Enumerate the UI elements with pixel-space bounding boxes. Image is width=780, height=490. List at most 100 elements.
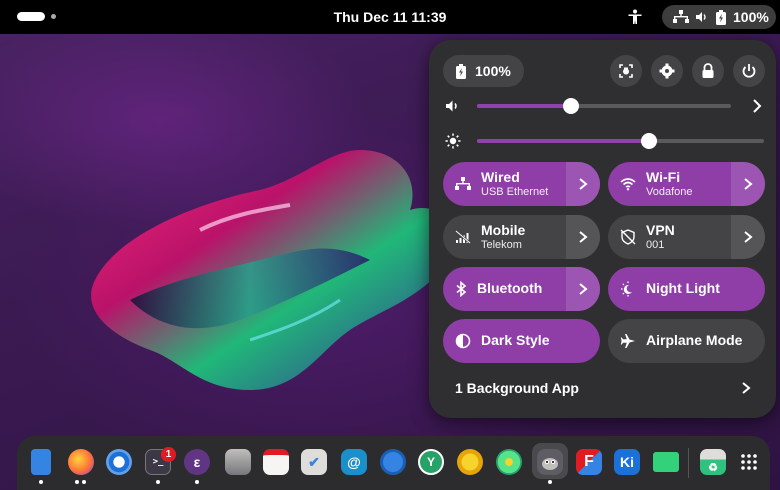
chevron-right-icon (579, 178, 588, 190)
workspace-dot[interactable] (51, 14, 56, 19)
mobile-title: Mobile (481, 222, 526, 239)
running-indicator (39, 480, 43, 484)
show-apps-button[interactable] (736, 449, 762, 475)
dark-style-toggle[interactable]: Dark Style (443, 319, 600, 363)
vpn-off-icon (620, 229, 636, 245)
running-indicator (82, 480, 86, 484)
system-status-menu[interactable]: 100% (662, 5, 776, 29)
emacs-glyph-icon: ε (193, 454, 201, 470)
wifi-menu-button[interactable] (731, 162, 765, 206)
vpn-menu-button[interactable] (731, 215, 765, 259)
notification-badge: 1 (161, 447, 176, 462)
chevron-right-icon (579, 283, 588, 295)
emacs-app-icon[interactable]: ε (184, 449, 210, 475)
airplane-mode-title: Airplane Mode (646, 332, 743, 349)
wifi-subtitle: Vodafone (646, 185, 693, 198)
night-light-tile[interactable]: Night Light (608, 267, 765, 311)
vpn-title: VPN (646, 222, 675, 239)
settings-button[interactable] (651, 55, 683, 87)
wired-tile[interactable]: Wired USB Ethernet (443, 162, 600, 206)
running-indicator (156, 480, 160, 484)
chevron-right-icon (744, 178, 753, 190)
running-indicator (195, 480, 199, 484)
brightness-slider[interactable] (477, 133, 764, 149)
y-glyph-icon: Y (426, 455, 435, 469)
mobile-toggle[interactable]: Mobile Telekom (443, 215, 566, 259)
background-apps-label: 1 Background App (455, 380, 579, 396)
volume-icon (446, 100, 457, 112)
kiwix-label: Ki (620, 454, 634, 470)
battery-button[interactable]: 100% (443, 55, 524, 87)
power-icon (742, 64, 756, 78)
bluetooth-tile[interactable]: Bluetooth (443, 267, 600, 311)
f-glyph-icon: F (584, 453, 594, 470)
top-bar: Thu Dec 11 11:39 100% (0, 0, 780, 34)
battery-icon (456, 63, 466, 79)
gimp-mascot-icon (542, 458, 558, 470)
dark-style-icon (455, 333, 471, 349)
yarr-app-icon[interactable]: Y (418, 449, 444, 475)
gear-icon (659, 63, 675, 79)
chevron-right-icon (579, 231, 588, 243)
chevron-right-icon (742, 382, 751, 394)
brightness-slider-row (445, 131, 764, 151)
firefox-app-icon[interactable] (68, 449, 94, 475)
calendar-app-icon[interactable] (263, 449, 289, 475)
weather-app-icon[interactable] (457, 449, 483, 475)
vpn-subtitle: 001 (646, 238, 665, 251)
brightness-slider-fill (477, 139, 650, 143)
volume-slider[interactable] (477, 98, 731, 114)
accessibility-icon[interactable] (627, 9, 643, 25)
airplane-mode-tile[interactable]: Airplane Mode (608, 319, 765, 363)
wired-title: Wired (481, 169, 520, 186)
wifi-icon (620, 178, 636, 191)
tasks-app-icon[interactable]: ✔ (301, 449, 327, 475)
night-light-icon (621, 281, 632, 297)
wired-toggle[interactable]: Wired USB Ethernet (443, 162, 566, 206)
airplane-mode-toggle[interactable]: Airplane Mode (608, 319, 765, 363)
bluetooth-toggle[interactable]: Bluetooth (443, 267, 566, 311)
dark-style-tile[interactable]: Dark Style (443, 319, 600, 363)
lock-screen-button[interactable] (692, 55, 724, 87)
activities-indicator[interactable] (17, 12, 56, 21)
workspace-active-pill[interactable] (17, 12, 45, 21)
battery-icon (716, 9, 726, 25)
volume-slider-row (445, 96, 764, 116)
chevron-right-icon (744, 231, 753, 243)
volume-slider-knob[interactable] (562, 98, 579, 114)
vpn-toggle[interactable]: VPN 001 (608, 215, 731, 259)
wired-menu-button[interactable] (566, 162, 600, 206)
gimp-app-icon[interactable] (537, 449, 563, 475)
backup-app-icon[interactable] (225, 449, 251, 475)
bluetooth-menu-button[interactable] (566, 267, 600, 311)
phone-app-icon[interactable] (31, 449, 51, 475)
music-app-icon[interactable] (496, 449, 522, 475)
dock-separator (688, 448, 689, 478)
night-light-toggle[interactable]: Night Light (608, 267, 765, 311)
vpn-tile[interactable]: VPN 001 (608, 215, 765, 259)
volume-slider-fill (477, 104, 571, 108)
wired-network-icon (673, 10, 689, 23)
signal-app-icon[interactable] (380, 449, 406, 475)
clock[interactable]: Thu Dec 11 11:39 (334, 9, 447, 25)
dark-style-title: Dark Style (481, 332, 550, 349)
circuit-app-icon[interactable] (653, 452, 679, 472)
night-light-title: Night Light (646, 280, 720, 297)
mobile-tile[interactable]: Mobile Telekom (443, 215, 600, 259)
chevron-right-icon[interactable] (750, 98, 764, 114)
wifi-toggle[interactable]: Wi-Fi Vodafone (608, 162, 731, 206)
trash-icon[interactable]: ♻ (700, 449, 726, 475)
power-button[interactable] (733, 55, 765, 87)
kiwix-app-icon[interactable]: Ki (614, 449, 640, 475)
wifi-tile[interactable]: Wi-Fi Vodafone (608, 162, 765, 206)
lock-icon (702, 63, 714, 78)
background-apps-row[interactable]: 1 Background App (443, 373, 762, 403)
brightness-slider-knob[interactable] (641, 133, 658, 149)
fragments-app-icon[interactable]: F (576, 449, 602, 475)
airplane-icon (620, 334, 635, 348)
mobile-menu-button[interactable] (566, 215, 600, 259)
screenshot-button[interactable] (610, 55, 642, 87)
bluetooth-icon (456, 281, 467, 297)
spiral-app-icon[interactable]: @ (341, 449, 367, 475)
chromium-app-icon[interactable] (106, 449, 132, 475)
